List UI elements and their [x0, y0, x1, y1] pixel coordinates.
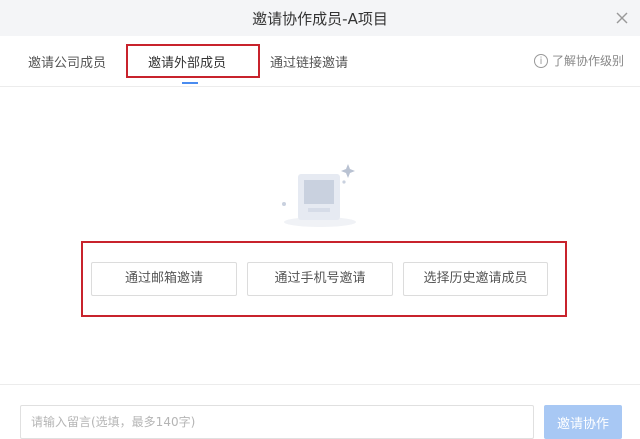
help-link-label: 了解协作级别	[551, 54, 624, 68]
dialog-title: 邀请协作成员-A项目	[252, 10, 388, 28]
info-icon: i	[533, 53, 548, 68]
tab-bar: 邀请公司成员 邀请外部成员 通过链接邀请 i 了解协作级别	[0, 36, 640, 87]
close-icon[interactable]	[614, 10, 630, 26]
invite-by-phone-button[interactable]: 通过手机号邀请	[247, 262, 393, 296]
tab-company-members[interactable]: 邀请公司成员	[28, 52, 106, 71]
empty-state-illustration-icon	[282, 164, 356, 227]
active-tab-indicator	[182, 82, 198, 84]
invite-by-email-button[interactable]: 通过邮箱邀请	[91, 262, 237, 296]
select-history-members-button[interactable]: 选择历史邀请成员	[403, 262, 548, 296]
tab-link-invite[interactable]: 通过链接邀请	[270, 52, 348, 71]
dialog-header: 邀请协作成员-A项目	[0, 0, 640, 36]
active-tab-highlight	[126, 44, 260, 78]
dialog-footer: 邀请协作	[0, 384, 640, 439]
help-link[interactable]: i 了解协作级别	[533, 52, 624, 69]
